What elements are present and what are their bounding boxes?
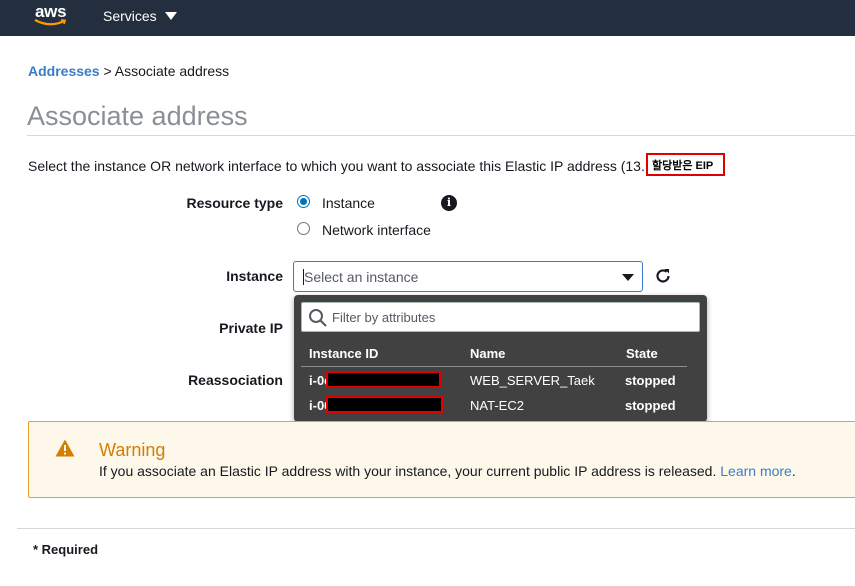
refresh-icon[interactable] — [654, 267, 672, 285]
page-description: Select the instance OR network interface… — [28, 158, 645, 174]
instance-label: Instance — [226, 268, 283, 284]
instance-state: stopped — [625, 398, 676, 413]
instance-state: stopped — [625, 373, 676, 388]
learn-more-link[interactable]: Learn more — [720, 463, 792, 479]
redacted-instance-id — [326, 396, 443, 413]
warning-title: Warning — [99, 440, 166, 460]
caret-down-icon — [164, 12, 177, 20]
instance-select[interactable]: Select an instance — [293, 261, 643, 292]
aws-smile-icon — [34, 19, 67, 26]
redacted-instance-id — [326, 371, 441, 388]
required-note: * Required — [33, 542, 99, 557]
resource-type-label: Resource type — [186, 195, 283, 211]
search-icon — [309, 309, 327, 327]
filter-placeholder: Filter by attributes — [332, 310, 436, 325]
breadcrumb-current: Associate address — [114, 63, 230, 79]
header-divider — [301, 366, 687, 367]
radio-network-interface[interactable] — [297, 222, 310, 235]
radio-network-interface-label[interactable]: Network interface — [322, 222, 431, 238]
services-menu[interactable]: Services — [103, 8, 177, 24]
warning-alert: Warning If you associate an Elastic IP a… — [28, 421, 855, 498]
radio-instance[interactable] — [297, 195, 310, 208]
dropdown-arrow-icon — [622, 274, 634, 281]
radio-instance-label[interactable]: Instance — [322, 195, 375, 211]
column-header-instance-id: Instance ID — [309, 346, 379, 361]
instance-name: NAT-EC2 — [470, 398, 524, 413]
warning-triangle-icon — [55, 439, 75, 457]
column-header-state: State — [626, 346, 658, 361]
instance-name: WEB_SERVER_Taek — [470, 373, 595, 388]
breadcrumb-separator: > — [99, 63, 115, 79]
footer-divider — [17, 528, 855, 529]
reassociation-label: Reassociation — [188, 372, 283, 388]
eip-annotation-box: 할당받은 EIP — [646, 153, 725, 176]
top-navigation-bar: aws Services — [0, 0, 855, 36]
title-divider — [27, 135, 855, 136]
aws-logo[interactable]: aws — [32, 2, 72, 32]
instance-select-placeholder: Select an instance — [304, 269, 419, 285]
info-icon[interactable]: i — [441, 195, 457, 211]
warning-trailing: . — [791, 463, 796, 479]
filter-input[interactable]: Filter by attributes — [301, 302, 700, 332]
services-label: Services — [103, 8, 157, 24]
instance-dropdown-menu: Filter by attributes Instance ID Name St… — [294, 295, 707, 422]
column-header-name: Name — [470, 346, 506, 361]
warning-message: If you associate an Elastic IP address w… — [99, 463, 796, 479]
private-ip-label: Private IP — [219, 320, 283, 336]
breadcrumb: Addresses > Associate address — [28, 63, 229, 79]
breadcrumb-addresses-link[interactable]: Addresses — [28, 63, 100, 79]
page-title: Associate address — [27, 101, 248, 131]
warning-text: If you associate an Elastic IP address w… — [99, 463, 717, 479]
